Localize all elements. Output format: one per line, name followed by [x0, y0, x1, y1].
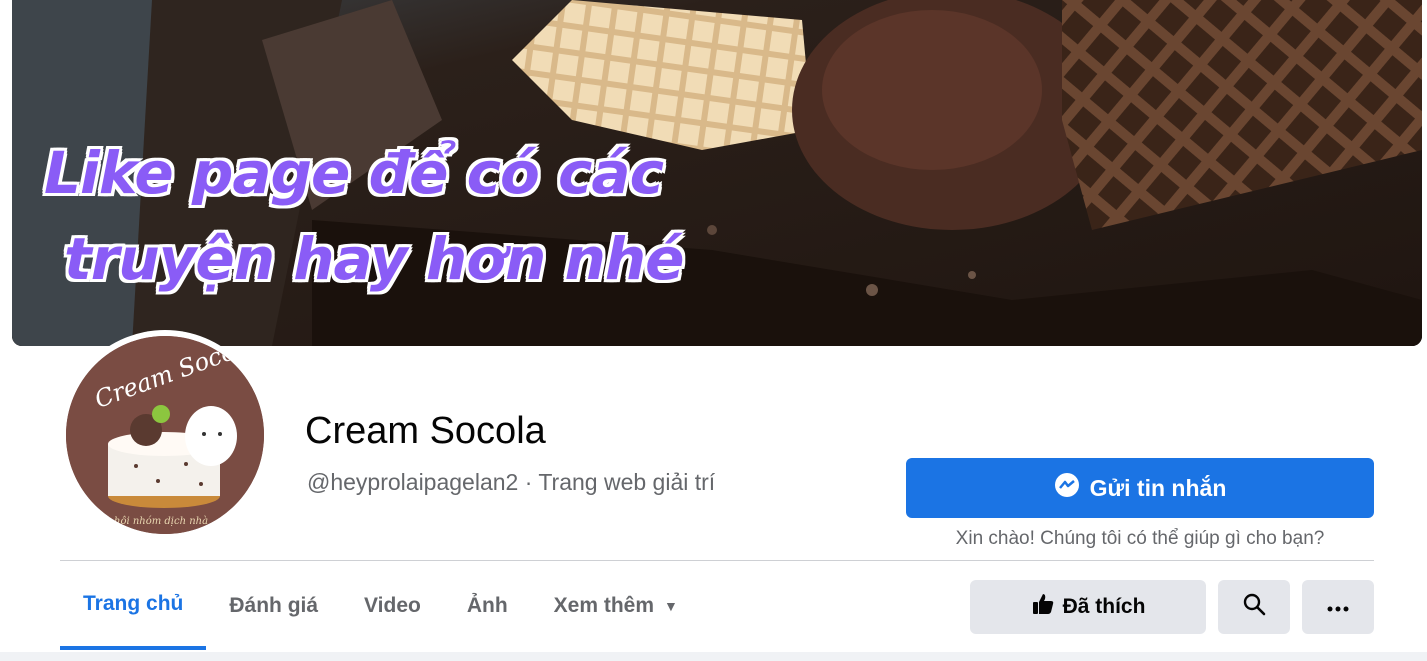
- tab-videos[interactable]: Video: [341, 562, 444, 650]
- avatar-logo: Cream Socola hội nhóm dịch nhà: [66, 336, 264, 534]
- caret-down-icon: ▼: [664, 598, 678, 614]
- tab-photos-label: Ảnh: [466, 594, 508, 617]
- cover-photo[interactable]: Like page để có các truyện hay hơn nhé: [12, 0, 1422, 346]
- tab-more-label: Xem thêm: [553, 594, 655, 617]
- search-button[interactable]: [1218, 580, 1290, 634]
- liked-label: Đã thích: [1062, 595, 1146, 618]
- more-options-button[interactable]: [1302, 580, 1374, 634]
- cover-overlay-text: Like page để có các truyện hay hơn nhé: [44, 130, 684, 302]
- tab-reviews-label: Đánh giá: [229, 594, 319, 617]
- search-icon: [1242, 592, 1266, 622]
- tab-videos-label: Video: [364, 594, 421, 617]
- liked-button[interactable]: Đã thích: [970, 580, 1206, 634]
- send-message-button[interactable]: Gửi tin nhắn: [906, 458, 1374, 518]
- send-message-label: Gửi tin nhắn: [1089, 474, 1227, 501]
- avatar-text-bottom: hội nhóm dịch nhà: [114, 516, 208, 527]
- divider: [60, 560, 1374, 561]
- thumbs-up-icon: [1031, 592, 1055, 622]
- cover-overlay-line2: truyện hay hơn nhé: [64, 225, 684, 293]
- messenger-icon: [1054, 472, 1080, 504]
- tab-more[interactable]: Xem thêm ▼: [531, 562, 701, 650]
- page-title: Cream Socola: [305, 410, 546, 452]
- tab-photos[interactable]: Ảnh: [444, 562, 531, 650]
- tab-home-label: Trang chủ: [83, 592, 184, 615]
- more-dots-icon: [1326, 595, 1350, 619]
- cover-overlay-line1: Like page để có các: [44, 139, 664, 207]
- page-subtitle: @heyprolaipagelan2 · Trang web giải trí: [307, 469, 716, 495]
- page-bottom-band: [0, 652, 1427, 661]
- avatar[interactable]: Cream Socola hội nhóm dịch nhà: [60, 330, 270, 540]
- tab-reviews[interactable]: Đánh giá: [206, 562, 341, 650]
- tab-home[interactable]: Trang chủ: [60, 562, 207, 650]
- message-hint: Xin chào! Chúng tôi có thể giúp gì cho b…: [955, 528, 1325, 549]
- page-tabs: Trang chủ Đánh giá Video Ảnh Xem thêm ▼: [60, 562, 701, 652]
